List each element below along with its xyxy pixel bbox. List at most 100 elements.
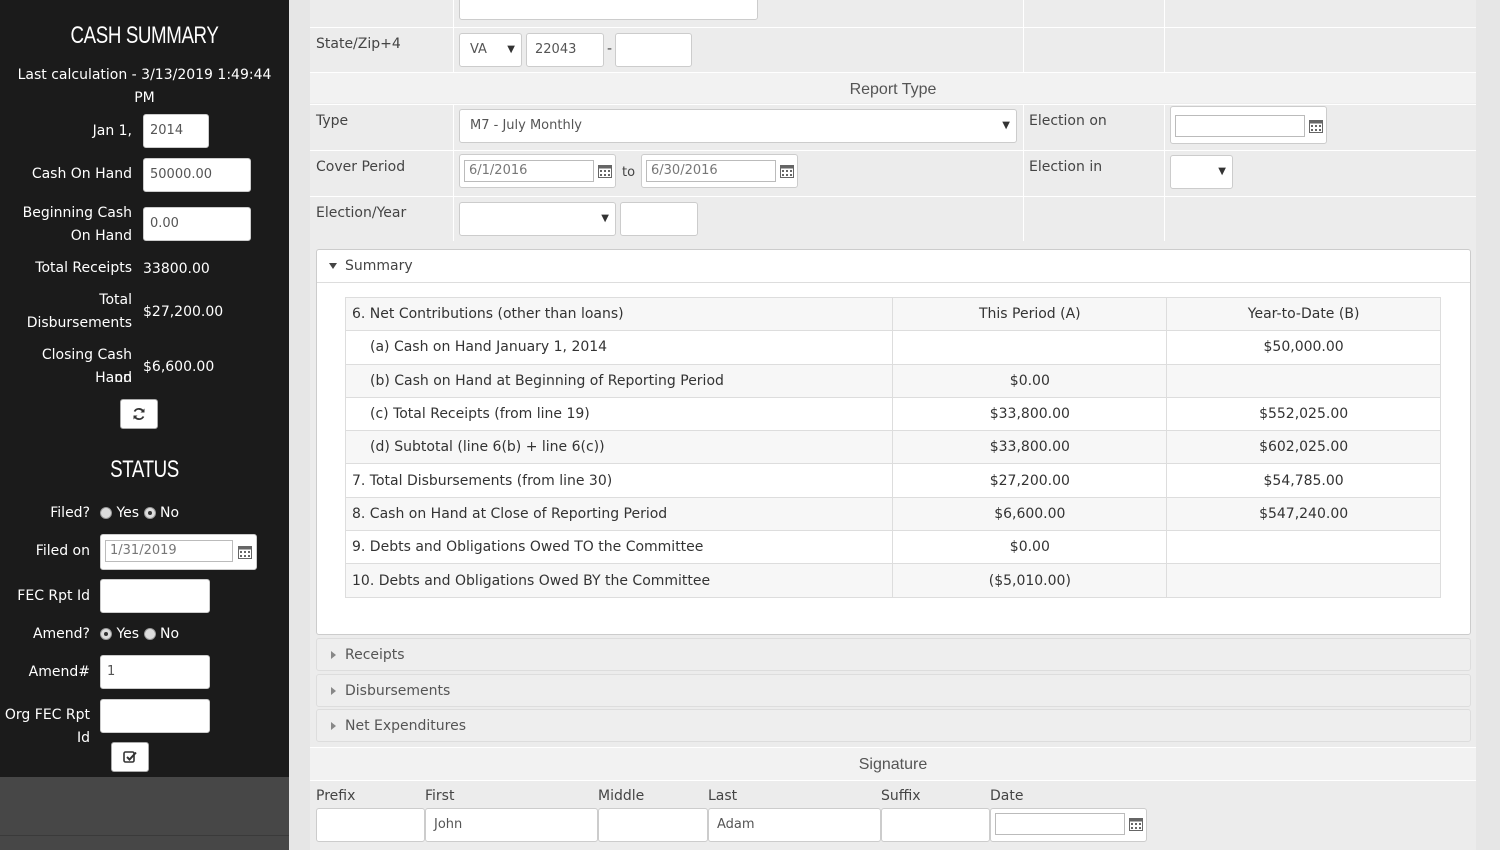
refresh-icon <box>133 408 145 420</box>
summary-row: (a) Cash on Hand January 1, 2014 $50,000.… <box>344 330 1441 365</box>
signature-date-input[interactable] <box>995 813 1125 835</box>
summary-column-header: This Period (A) <box>892 296 1168 332</box>
grid-divider <box>453 104 454 241</box>
receipts-accordion[interactable]: Receipts <box>316 638 1471 671</box>
cover-from-datepicker: 6/1/2016 <box>459 154 616 188</box>
middle-name-input[interactable] <box>598 808 708 842</box>
fec-rpt-id-label: FEC Rpt Id <box>17 588 90 604</box>
grid-divider <box>1023 104 1024 241</box>
chevron-down-icon: ▼ <box>1002 120 1010 131</box>
this-period-value: $27,200.00 <box>892 463 1168 498</box>
summary-panel: Summary 6. Net Contributions (other than… <box>316 249 1471 635</box>
row-divider <box>310 747 1476 748</box>
election-year-label: Election/Year <box>316 205 407 221</box>
state-zip-label: State/Zip+4 <box>316 36 401 52</box>
refresh-button[interactable] <box>120 399 158 429</box>
row-divider <box>310 104 1476 105</box>
amend-radio-group: Yes No <box>100 626 179 642</box>
state-select[interactable]: VA ▼ <box>459 33 522 67</box>
row-divider <box>310 780 1476 781</box>
zip4-input[interactable] <box>615 33 692 67</box>
calendar-icon[interactable] <box>780 164 794 178</box>
calendar-icon[interactable] <box>238 545 252 559</box>
jan1-year-input[interactable]: 2014 <box>143 114 209 148</box>
prefix-input[interactable] <box>316 808 425 842</box>
zip-dash: - <box>607 41 613 57</box>
caret-down-icon <box>329 263 337 269</box>
amend-yes-label: Yes <box>116 626 140 642</box>
beginning-cash-input[interactable]: 0.00 <box>143 207 251 241</box>
date-label: Date <box>990 788 1024 804</box>
election-on-label: Election on <box>1029 113 1107 129</box>
cover-to-datepicker: 6/30/2016 <box>641 154 798 188</box>
summary-row: 9. Debts and Obligations Owed TO the Com… <box>344 530 1441 565</box>
summary-line-label: 10. Debts and Obligations Owed BY the Co… <box>344 563 894 598</box>
first-name-label: First <box>425 788 455 804</box>
suffix-label: Suffix <box>881 788 921 804</box>
election-on-datepicker <box>1170 106 1327 144</box>
report-type-title: Report Type <box>310 73 1476 103</box>
election-in-select[interactable]: ▼ <box>1170 155 1233 189</box>
amend-label: Amend? <box>32 626 90 642</box>
middle-name-label: Middle <box>598 788 645 804</box>
net-expenditures-accordion[interactable]: Net Expenditures <box>316 709 1471 742</box>
sidebar-footer-divider <box>0 835 289 836</box>
filed-yes-label: Yes <box>116 505 140 521</box>
grid-divider <box>1164 0 1165 72</box>
last-calculation-time: PM <box>134 90 155 106</box>
calendar-icon[interactable] <box>1309 119 1323 133</box>
election-on-input[interactable] <box>1175 115 1305 137</box>
beginning-cash-label: Beginning Cash <box>22 205 132 221</box>
zip-input[interactable]: 22043 <box>526 33 604 67</box>
closing-cash-value: $6,600.00 <box>143 359 215 375</box>
summary-row: (d) Subtotal (line 6(b) + line 6(c)) $33,… <box>344 430 1441 465</box>
receipts-title: Receipts <box>345 647 405 663</box>
cover-from-input[interactable]: 6/1/2016 <box>464 160 594 182</box>
filed-on-input[interactable]: 1/31/2019 <box>105 540 233 562</box>
amend-yes-radio[interactable] <box>100 628 112 640</box>
suffix-input[interactable] <box>881 808 990 842</box>
election-year-input[interactable] <box>620 202 698 236</box>
org-fec-rpt-id-input[interactable] <box>100 699 210 733</box>
report-type-select[interactable]: M7 - July Monthly ▼ <box>459 109 1017 143</box>
summary-line-label: (c) Total Receipts (from line 19) <box>344 396 894 432</box>
last-name-input[interactable]: Adam <box>708 808 881 842</box>
summary-line-label: 7. Total Disbursements (from line 30) <box>344 463 894 498</box>
address-line-input[interactable] <box>459 0 758 20</box>
summary-header-row: 6. Net Contributions (other than loans) T… <box>344 296 1441 332</box>
beginning-cash-label-2: On Hand <box>70 228 132 244</box>
cash-on-hand-input[interactable]: 50000.00 <box>143 158 251 192</box>
summary-row: 10. Debts and Obligations Owed BY the Co… <box>344 563 1441 598</box>
calendar-icon[interactable] <box>1129 817 1143 831</box>
disbursements-title: Disbursements <box>345 683 451 699</box>
caret-right-icon <box>331 651 336 659</box>
row-divider <box>310 27 1476 28</box>
type-label: Type <box>316 113 349 129</box>
amend-no-radio[interactable] <box>143 628 156 640</box>
this-period-value: ($5,010.00) <box>892 563 1168 598</box>
summary-row: (c) Total Receipts (from line 19) $33,800… <box>344 396 1441 432</box>
this-period-value: $33,800.00 <box>892 430 1168 465</box>
prefix-label: Prefix <box>316 788 356 804</box>
first-name-input[interactable]: John <box>425 808 598 842</box>
report-type-value: M7 - July Monthly <box>470 118 583 133</box>
calendar-icon[interactable] <box>598 164 612 178</box>
election-select[interactable]: ▼ <box>459 202 616 236</box>
save-status-button[interactable] <box>111 742 149 772</box>
net-expenditures-title: Net Expenditures <box>345 718 467 734</box>
org-fec-rpt-id-label: Org FEC Rpt Id <box>4 707 90 746</box>
filed-no-radio[interactable] <box>143 507 156 519</box>
disbursements-accordion[interactable]: Disbursements <box>316 674 1471 707</box>
this-period-value: $0.00 <box>892 530 1168 565</box>
filed-label: Filed? <box>50 505 90 521</box>
amend-number-input[interactable]: 1 <box>100 655 210 689</box>
row-divider <box>310 150 1476 151</box>
to-label: to <box>622 165 636 180</box>
summary-header[interactable]: Summary <box>317 250 1470 283</box>
filed-yes-radio[interactable] <box>100 507 112 519</box>
year-to-date-value: $50,000.00 <box>1166 330 1441 365</box>
cover-to-input[interactable]: 6/30/2016 <box>646 160 776 182</box>
summary-line-label: (a) Cash on Hand January 1, 2014 <box>344 330 894 365</box>
summary-column-header: Year-to-Date (B) <box>1166 296 1441 332</box>
fec-rpt-id-input[interactable] <box>100 579 210 613</box>
